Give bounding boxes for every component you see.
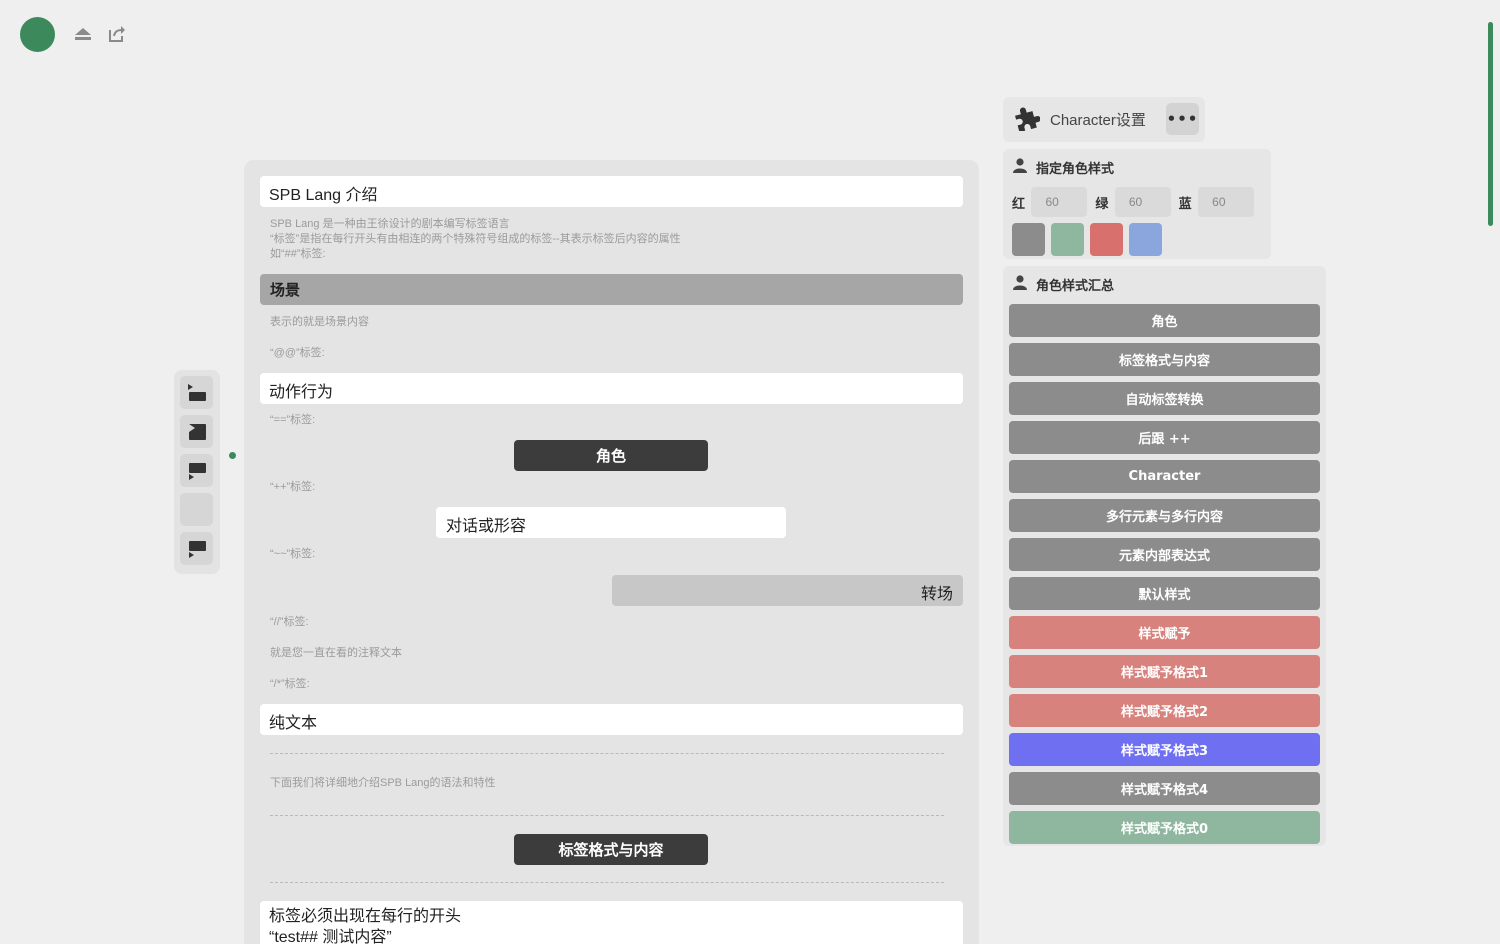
role-summary-card: 角色样式汇总 角色标签格式与内容 自动标签转换 后跟 ++ Character 多行元素… <box>1003 266 1326 846</box>
eject-icon[interactable] <box>73 24 93 44</box>
divider <box>270 882 944 883</box>
blue-input[interactable]: 60 <box>1198 187 1254 217</box>
rule-line: “test## 测试内容” <box>269 929 392 944</box>
scene-note[interactable]: 表示的就是场景内容 <box>270 315 369 330</box>
swatch-gray[interactable] <box>1012 223 1045 256</box>
blank-tool[interactable] <box>180 493 213 526</box>
next-note[interactable]: 下面我们将详细地介绍SPB Lang的语法和特性 <box>270 776 496 791</box>
rgb-row: 红 60 绿 60 蓝 60 <box>1012 187 1262 217</box>
panel-title: Character设置 <box>1050 112 1146 129</box>
dialog-element[interactable]: 对话或形容 <box>436 507 786 538</box>
style-button-list: 角色标签格式与内容 自动标签转换 后跟 ++ Character 多行元素与多行内容 元素… <box>1009 304 1320 844</box>
style-button[interactable]: 样式赋予格式3 <box>1009 733 1320 766</box>
comment-tool-icon[interactable] <box>180 532 213 565</box>
style-button[interactable]: Character <box>1009 460 1320 493</box>
share-icon[interactable] <box>107 24 127 44</box>
swatch-row <box>1012 223 1262 256</box>
intro-line: 如“##”标签: <box>270 248 326 260</box>
red-input[interactable]: 60 <box>1031 187 1088 217</box>
rule-line: 标签必须出现在每行的开头 <box>269 908 462 925</box>
action-tool-icon[interactable] <box>180 415 213 448</box>
style-button[interactable]: 角色 <box>1009 304 1320 337</box>
element-toolstrip <box>174 370 220 574</box>
action-element[interactable]: 动作行为 <box>260 373 963 404</box>
scene-element[interactable]: 场景 <box>260 274 963 305</box>
role-style-title: 指定角色样式 <box>1036 161 1115 177</box>
avatar[interactable] <box>20 17 55 52</box>
style-button[interactable]: 元素内部表达式 <box>1009 538 1320 571</box>
green-label: 绿 <box>1095 196 1109 212</box>
style-button[interactable]: 后跟 ++ <box>1009 421 1320 454</box>
divider <box>270 815 944 816</box>
role-summary-title-row: 角色样式汇总 <box>1009 274 1320 294</box>
tilde-tag-note[interactable]: “~~”标签: <box>270 547 315 562</box>
swatch-blue[interactable] <box>1129 223 1162 256</box>
style-button[interactable]: 样式赋予格式4 <box>1009 772 1320 805</box>
slash-tag-note[interactable]: “//”标签: <box>270 615 309 630</box>
scrollbar-thumb[interactable] <box>1488 22 1493 226</box>
role-element[interactable]: 角色 <box>514 440 708 471</box>
section-role-element[interactable]: 标签格式与内容 <box>514 834 708 865</box>
rule-element[interactable]: 标签必须出现在每行的开头 “test## 测试内容” <box>260 901 963 944</box>
style-button[interactable]: 样式赋予 <box>1009 616 1320 649</box>
divider <box>270 753 944 754</box>
character-settings-header: Character设置 ••• <box>1003 97 1205 142</box>
eq-tag-note[interactable]: “==”标签: <box>270 413 315 428</box>
style-button[interactable]: 默认样式 <box>1009 577 1320 610</box>
plain-text-element[interactable]: 纯文本 <box>260 704 963 735</box>
dialog-tool-icon[interactable] <box>180 454 213 487</box>
swatch-red[interactable] <box>1090 223 1123 256</box>
style-button[interactable]: 样式赋予格式1 <box>1009 655 1320 688</box>
star-tag-note[interactable]: “/*”标签: <box>270 677 310 692</box>
role-style-title-row: 指定角色样式 <box>1012 157 1262 177</box>
blue-label: 蓝 <box>1178 196 1192 212</box>
user-icon <box>1012 274 1036 294</box>
red-label: 红 <box>1012 196 1026 212</box>
green-input[interactable]: 60 <box>1114 187 1171 217</box>
intro-note[interactable]: SPB Lang 是一种由王徐设计的剧本编写标签语言 “标签”是指在每行开头有由… <box>270 217 950 262</box>
doc-title[interactable]: SPB Lang 介绍 <box>260 176 963 207</box>
style-button[interactable]: 标签格式与内容 <box>1009 343 1320 376</box>
user-icon <box>1012 157 1036 177</box>
style-button[interactable]: 自动标签转换 <box>1009 382 1320 415</box>
intro-line: SPB Lang 是一种由王徐设计的剧本编写标签语言 <box>270 218 510 230</box>
role-style-card: 指定角色样式 红 60 绿 60 蓝 60 <box>1003 149 1271 259</box>
transition-element[interactable]: 转场 <box>612 575 963 606</box>
scene-tool-icon[interactable] <box>180 376 213 409</box>
puzzle-icon <box>1013 104 1041 135</box>
intro-line: “标签”是指在每行开头有由相连的两个特殊符号组成的标签--其表示标签后内容的属性 <box>270 233 681 245</box>
swatch-green[interactable] <box>1051 223 1084 256</box>
at-tag-note[interactable]: “@@”标签: <box>270 346 325 361</box>
role-summary-title: 角色样式汇总 <box>1036 278 1115 294</box>
active-line-indicator <box>229 452 236 459</box>
style-button[interactable]: 样式赋予格式0 <box>1009 811 1320 844</box>
more-options-button[interactable]: ••• <box>1166 103 1199 135</box>
plus-tag-note[interactable]: “++”标签: <box>270 480 315 495</box>
style-button[interactable]: 多行元素与多行内容 <box>1009 499 1320 532</box>
style-button[interactable]: 样式赋予格式2 <box>1009 694 1320 727</box>
comment-note[interactable]: 就是您一直在看的注释文本 <box>270 646 402 661</box>
script-document: SPB Lang 介绍 SPB Lang 是一种由王徐设计的剧本编写标签语言 “… <box>244 160 979 944</box>
